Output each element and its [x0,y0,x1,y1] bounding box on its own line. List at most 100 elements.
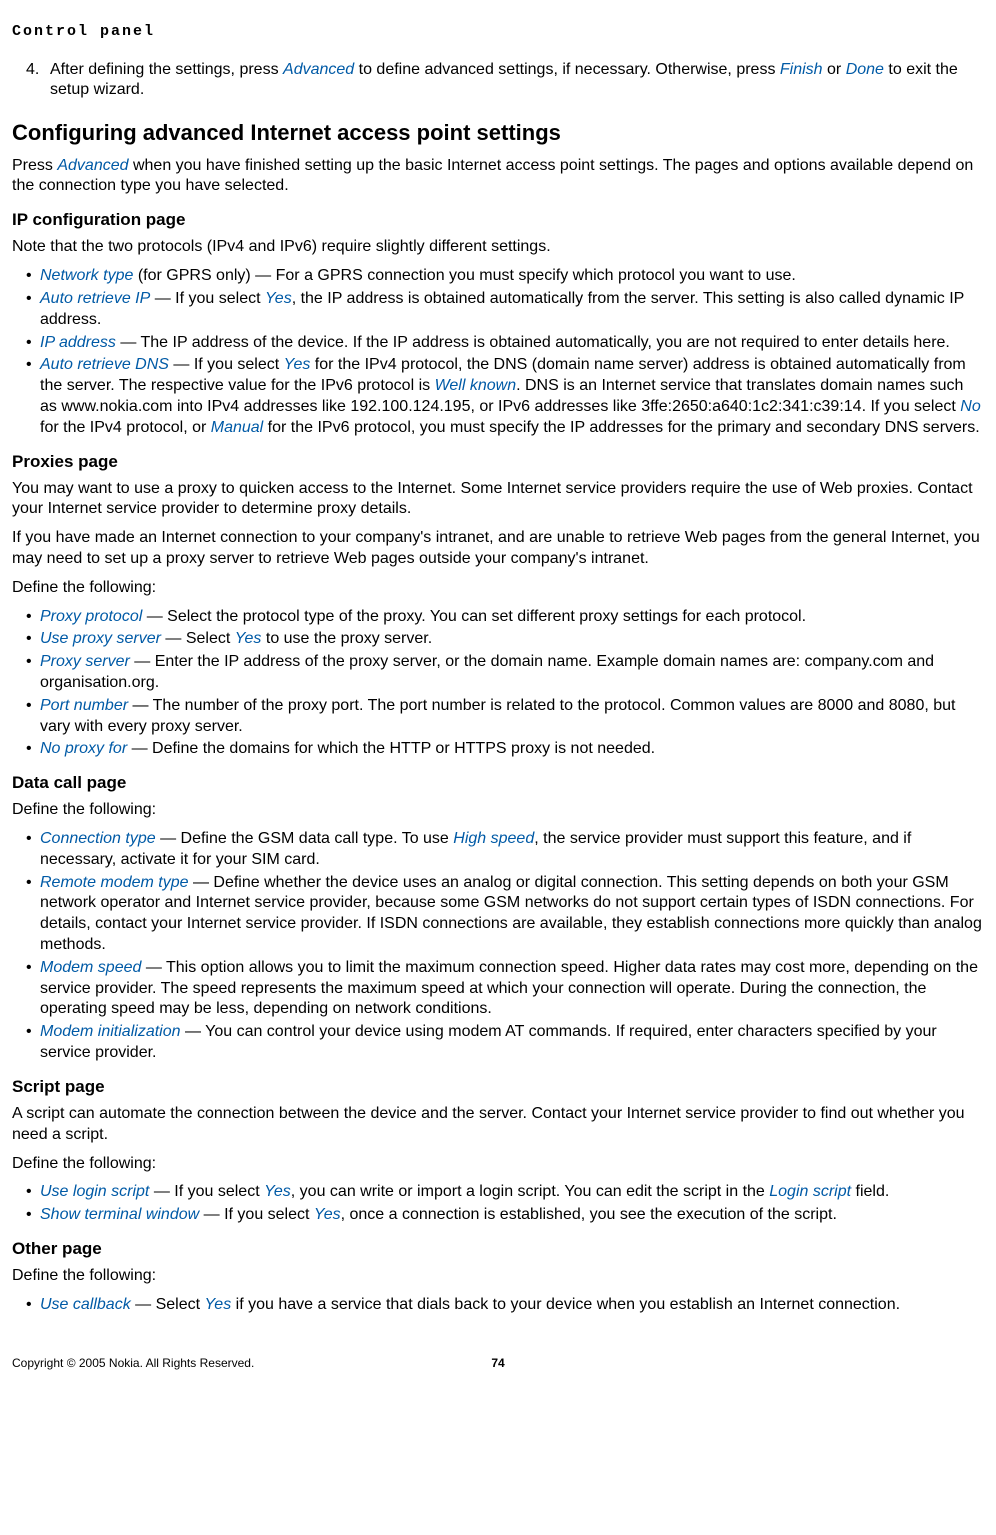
port-number-label: Port number [40,697,128,714]
list-item: Connection type — Define the GSM data ca… [26,829,984,871]
script-title: Script page [12,1076,984,1098]
step-text: After defining the settings, press Advan… [50,60,984,102]
other-list: Use callback — Select Yes if you have a … [12,1295,984,1316]
text: — Select [131,1296,205,1313]
proxies-title: Proxies page [12,451,984,473]
list-item: Use login script — If you select Yes, yo… [26,1182,984,1203]
text: , you can write or import a login script… [291,1183,769,1200]
text: — Select [161,630,235,647]
define-following: Define the following: [12,1266,984,1287]
yes-option: Yes [314,1206,341,1223]
network-type-label: Network type [40,267,133,284]
modem-speed-label: Modem speed [40,959,141,976]
use-proxy-server-label: Use proxy server [40,630,161,647]
script-list: Use login script — If you select Yes, yo… [12,1182,984,1226]
text: for the IPv6 protocol, you must specify … [263,419,979,436]
text: — Define the domains for which the HTTP … [127,740,655,757]
list-item: Modem speed — This option allows you to … [26,958,984,1020]
step-4: 4. After defining the settings, press Ad… [12,60,984,102]
text: , once a connection is established, you … [341,1206,837,1223]
text: — Select the protocol type of the proxy.… [142,608,806,625]
list-item: Proxy protocol — Select the protocol typ… [26,607,984,628]
page-number: 74 [491,1356,504,1372]
text: Press [12,157,57,174]
text: — If you select [199,1206,314,1223]
ip-config-list: Network type (for GPRS only) — For a GPR… [12,266,984,438]
no-option: No [960,398,980,415]
section-title-configuring: Configuring advanced Internet access poi… [12,119,984,148]
text: — The IP address of the device. If the I… [116,334,950,351]
no-proxy-for-label: No proxy for [40,740,127,757]
yes-option: Yes [235,630,262,647]
connection-type-label: Connection type [40,830,156,847]
text: — If you select [150,290,265,307]
text: After defining the settings, press [50,61,283,78]
show-terminal-window-label: Show terminal window [40,1206,199,1223]
finish-link[interactable]: Finish [780,61,823,78]
list-item: Auto retrieve DNS — If you select Yes fo… [26,355,984,438]
list-item: Auto retrieve IP — If you select Yes, th… [26,289,984,331]
manual-option: Manual [211,419,263,436]
done-link[interactable]: Done [846,61,884,78]
define-following: Define the following: [12,578,984,599]
proxies-p1: You may want to use a proxy to quicken a… [12,479,984,521]
text: — Enter the IP address of the proxy serv… [40,653,934,691]
use-callback-label: Use callback [40,1296,131,1313]
list-item: Proxy server — Enter the IP address of t… [26,652,984,694]
text: field. [851,1183,889,1200]
advanced-link[interactable]: Advanced [283,61,354,78]
yes-option: Yes [265,290,292,307]
step-number: 4. [26,60,50,102]
text: (for GPRS only) — For a GPRS connection … [133,267,796,284]
yes-option: Yes [264,1183,291,1200]
header-section-title: Control panel [12,22,984,42]
data-call-title: Data call page [12,772,984,794]
script-p1: A script can automate the connection bet… [12,1104,984,1146]
auto-retrieve-ip-label: Auto retrieve IP [40,290,150,307]
proxy-protocol-label: Proxy protocol [40,608,142,625]
define-following: Define the following: [12,800,984,821]
other-title: Other page [12,1238,984,1260]
ip-note: Note that the two protocols (IPv4 and IP… [12,237,984,258]
text: when you have finished setting up the ba… [12,157,973,195]
auto-retrieve-dns-label: Auto retrieve DNS [40,356,169,373]
remote-modem-type-label: Remote modem type [40,874,189,891]
use-login-script-label: Use login script [40,1183,149,1200]
data-call-list: Connection type — Define the GSM data ca… [12,829,984,1064]
well-known-option: Well known [435,377,517,394]
text: — The number of the proxy port. The port… [40,697,955,735]
list-item: Use proxy server — Select Yes to use the… [26,629,984,650]
proxies-p2: If you have made an Internet connection … [12,528,984,570]
text: or [823,61,846,78]
footer: Copyright © 2005 Nokia. All Rights Reser… [12,1356,984,1372]
text: to define advanced settings, if necessar… [354,61,780,78]
copyright: Copyright © 2005 Nokia. All Rights Reser… [12,1356,254,1372]
text: — This option allows you to limit the ma… [40,959,978,1018]
text: — If you select [169,356,284,373]
high-speed-option: High speed [453,830,534,847]
text: to use the proxy server. [261,630,432,647]
modem-initialization-label: Modem initialization [40,1023,181,1040]
yes-option: Yes [205,1296,232,1313]
ip-config-title: IP configuration page [12,209,984,231]
login-script-field: Login script [769,1183,851,1200]
list-item: Show terminal window — If you select Yes… [26,1205,984,1226]
list-item: Modem initialization — You can control y… [26,1022,984,1064]
list-item: Use callback — Select Yes if you have a … [26,1295,984,1316]
proxies-list: Proxy protocol — Select the protocol typ… [12,607,984,761]
define-following: Define the following: [12,1154,984,1175]
list-item: Network type (for GPRS only) — For a GPR… [26,266,984,287]
proxy-server-label: Proxy server [40,653,130,670]
advanced-link[interactable]: Advanced [57,157,128,174]
list-item: No proxy for — Define the domains for wh… [26,739,984,760]
list-item: IP address — The IP address of the devic… [26,333,984,354]
text: if you have a service that dials back to… [231,1296,900,1313]
text: — If you select [149,1183,264,1200]
yes-option: Yes [284,356,311,373]
text: — Define the GSM data call type. To use [156,830,454,847]
config-intro: Press Advanced when you have finished se… [12,156,984,198]
ip-address-label: IP address [40,334,116,351]
list-item: Port number — The number of the proxy po… [26,696,984,738]
text: for the IPv4 protocol, or [40,419,211,436]
list-item: Remote modem type — Define whether the d… [26,873,984,956]
